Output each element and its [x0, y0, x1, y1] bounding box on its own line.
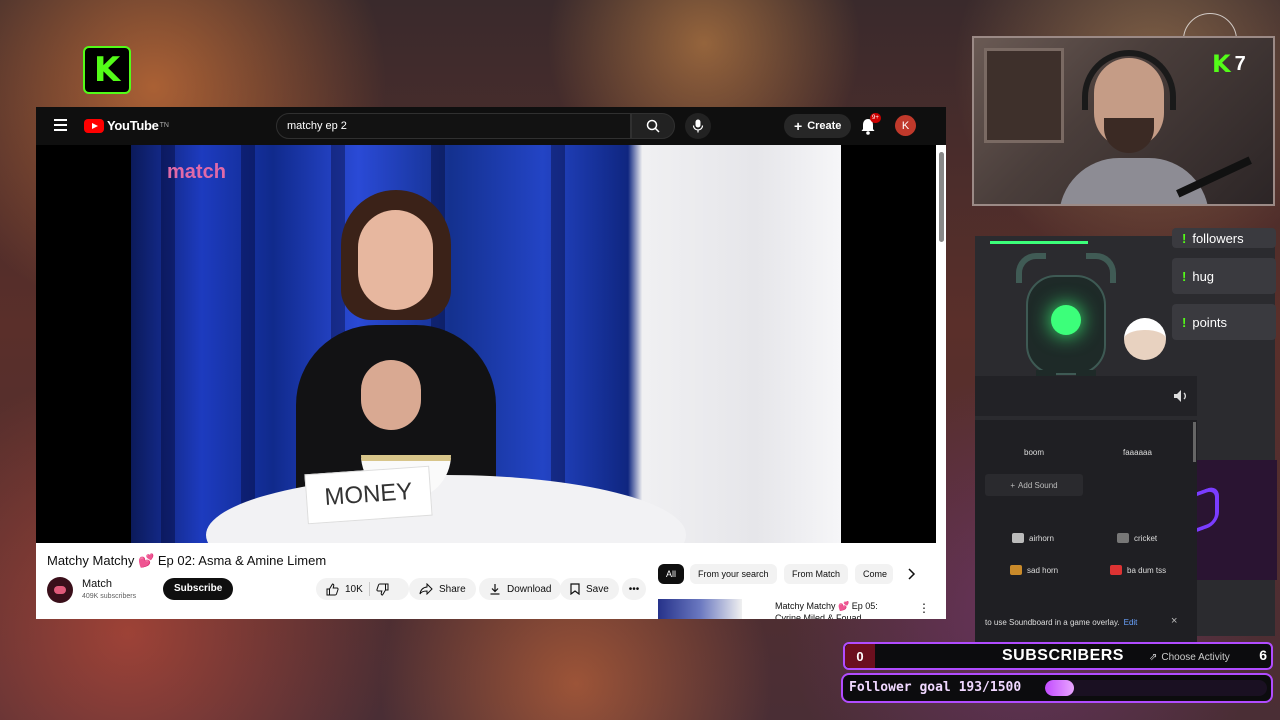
youtube-window: YouTube TN matchy ep 2 + Create 9+ K mat… — [36, 107, 946, 619]
money-name-card: MONEY — [304, 465, 433, 525]
plus-icon: + — [794, 118, 803, 134]
bookmark-icon — [570, 583, 580, 595]
like-dislike-group: 10K — [316, 578, 409, 600]
account-avatar[interactable]: K — [895, 115, 916, 136]
viewer-count: K 7 — [1212, 50, 1246, 78]
share-icon — [419, 583, 433, 595]
page-scrollbar[interactable] — [939, 152, 944, 242]
drum-icon — [1110, 565, 1122, 575]
save-button[interactable]: Save — [560, 578, 619, 600]
follower-goal-text: Follower goal 193/1500 — [849, 680, 1022, 695]
add-sound-button[interactable]: + Add Sound — [985, 474, 1083, 496]
match-brand-logo: match — [167, 161, 226, 183]
sound-boom[interactable]: boom — [1024, 448, 1044, 457]
like-divider — [368, 582, 370, 596]
notification-badge: 9+ — [870, 113, 881, 123]
search-button[interactable] — [631, 113, 675, 139]
download-button[interactable]: Download — [479, 578, 562, 600]
chat-commands: ! followers ! hug ! points — [1172, 228, 1276, 350]
choose-activity-button[interactable]: ⇗ Choose Activity — [1149, 652, 1230, 663]
close-icon[interactable]: × — [1171, 615, 1177, 627]
recommended-more-icon[interactable]: ⋮ — [918, 601, 930, 615]
subscribers-label: SUBSCRIBERS — [1002, 647, 1124, 664]
command-hug[interactable]: ! hug — [1172, 258, 1276, 294]
menu-icon[interactable] — [54, 119, 67, 131]
sound-sad-horn[interactable]: sad horn — [1010, 565, 1058, 575]
kick-icon: K — [1212, 50, 1231, 78]
share-button[interactable]: Share — [409, 578, 476, 600]
channel-name[interactable]: Match — [82, 578, 112, 590]
viewer-count-value: 7 — [1234, 52, 1246, 75]
channel-subscriber-count: 409K subscribers — [82, 593, 137, 600]
search-icon — [646, 119, 660, 133]
download-icon — [490, 584, 500, 595]
chip-comedy[interactable]: Come — [855, 564, 893, 584]
sound-cricket[interactable]: cricket — [1117, 533, 1157, 543]
follower-goal-bar: Follower goal 193/1500 — [841, 673, 1273, 703]
thumbs-down-icon[interactable] — [376, 583, 389, 596]
sound-list-scrollbar[interactable] — [1193, 422, 1196, 462]
like-count[interactable]: 10K — [345, 584, 363, 595]
sound-airhorn[interactable]: airhorn — [1012, 533, 1054, 543]
search-input[interactable]: matchy ep 2 — [276, 113, 631, 139]
voice-search-button[interactable] — [685, 113, 711, 139]
command-followers[interactable]: ! followers — [1172, 228, 1276, 248]
youtube-play-icon — [84, 118, 104, 133]
chevron-right-icon[interactable] — [904, 567, 918, 581]
channel-avatar[interactable] — [47, 577, 73, 603]
edit-link[interactable]: Edit — [1124, 618, 1138, 627]
follower-goal-fill — [1045, 680, 1074, 696]
health-bar — [990, 241, 1088, 244]
soundboard-footer: to use Soundboard in a game overlay. Edi… — [975, 612, 1197, 632]
sad-horn-icon — [1010, 565, 1022, 575]
activity-icon: ⇗ — [1149, 652, 1158, 663]
subscribers-left-count: 0 — [845, 644, 875, 668]
sound-faaaaaaa[interactable]: faaaaaa — [1123, 448, 1152, 457]
thumbs-up-icon[interactable] — [326, 582, 339, 596]
video-title: Matchy Matchy 💕 Ep 02: Asma & Amine Lime… — [47, 553, 327, 568]
sound-ba-dum-tss[interactable]: ba dum tss — [1110, 565, 1166, 575]
microphone-icon — [692, 119, 704, 133]
chip-from-match[interactable]: From Match — [784, 564, 849, 584]
plus-icon: + — [1010, 480, 1016, 490]
command-points[interactable]: ! points — [1172, 304, 1276, 340]
soundboard-search-input[interactable] — [975, 376, 1197, 416]
webcam-feed: K 7 — [972, 36, 1275, 206]
youtube-header: YouTube TN matchy ep 2 + Create 9+ K — [36, 107, 946, 145]
recommended-thumbnail[interactable] — [658, 599, 742, 619]
volume-icon[interactable] — [1172, 387, 1190, 405]
youtube-logo[interactable]: YouTube TN — [84, 118, 169, 133]
recommended-title[interactable]: Matchy Matchy 💕 Ep 05: Cyrine Miled & Fo… — [775, 600, 905, 619]
chip-from-your-search[interactable]: From your search — [690, 564, 777, 584]
video-player[interactable]: match MONEY — [36, 145, 936, 543]
subscribe-button[interactable]: Subscribe — [163, 578, 234, 600]
follower-goal-track — [1045, 680, 1267, 696]
chef-avatar — [1124, 318, 1166, 360]
chip-all[interactable]: All — [658, 564, 685, 584]
more-actions-button[interactable]: ••• — [622, 578, 646, 600]
create-button[interactable]: + Create — [784, 114, 852, 138]
airhorn-icon — [1012, 533, 1024, 543]
kick-logo: K — [83, 46, 131, 94]
subscribers-right-count: 6 — [1259, 647, 1267, 663]
cricket-icon — [1117, 533, 1129, 543]
